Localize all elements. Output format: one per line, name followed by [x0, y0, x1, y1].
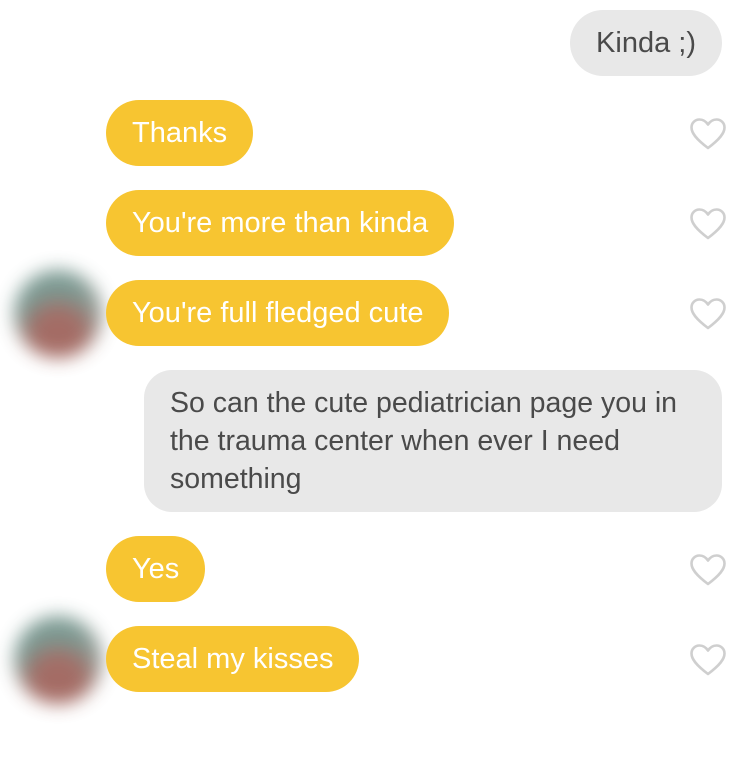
incoming-message-bubble[interactable]: Yes [106, 536, 206, 602]
message-text: You're more than kinda [132, 207, 429, 239]
outgoing-message-bubble[interactable]: So can the cute pediatrician page you in… [144, 370, 722, 512]
avatar[interactable] [14, 270, 102, 358]
message-text: So can the cute pediatrician page you in… [170, 387, 678, 495]
heart-outline-icon[interactable] [690, 118, 726, 150]
message-text: Thanks [132, 117, 228, 149]
incoming-message-bubble[interactable]: Thanks [106, 100, 254, 166]
message-text: Kinda ;) [596, 27, 696, 59]
avatar[interactable] [14, 616, 102, 704]
heart-outline-icon[interactable] [690, 554, 726, 586]
incoming-message-bubble[interactable]: You're more than kinda [106, 190, 455, 256]
outgoing-message-bubble[interactable]: Kinda ;) [570, 10, 722, 76]
heart-outline-icon[interactable] [690, 298, 726, 330]
message-text: Steal my kisses [132, 643, 334, 675]
incoming-message-bubble[interactable]: Steal my kisses [106, 626, 360, 692]
message-text: Yes [132, 553, 180, 585]
message-text: You're full fledged cute [132, 297, 424, 329]
incoming-message-bubble[interactable]: You're full fledged cute [106, 280, 450, 346]
heart-outline-icon[interactable] [690, 644, 726, 676]
heart-outline-icon[interactable] [690, 208, 726, 240]
